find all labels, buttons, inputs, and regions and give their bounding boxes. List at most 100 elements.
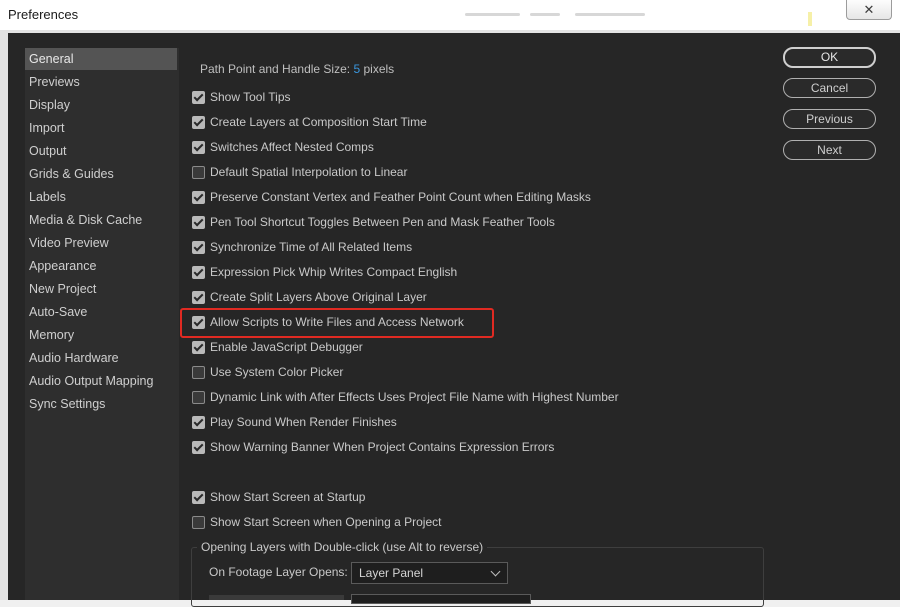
path-point-size-unit: pixels (363, 62, 395, 76)
titlebar-marker (808, 12, 812, 26)
blurred-title-fragment (465, 13, 520, 16)
sidebar-item-output[interactable]: Output (25, 140, 177, 162)
sidebar-item-appearance[interactable]: Appearance (25, 255, 177, 277)
option-switches-affect-nested-comps[interactable]: Switches Affect Nested Comps (192, 138, 374, 156)
checkbox[interactable] (192, 140, 205, 154)
cancel-button-label: Cancel (810, 81, 849, 95)
sidebar-item-labels[interactable]: Labels (25, 186, 177, 208)
sidebar-item-media-disk-cache[interactable]: Media & Disk Cache (25, 209, 177, 231)
window-title: Preferences (8, 7, 79, 22)
sidebar-item-label: General (29, 52, 74, 66)
option-expression-pick-whip[interactable]: Expression Pick Whip Writes Compact Engl… (192, 263, 457, 281)
next-button-label: Next (817, 143, 842, 157)
checkbox[interactable] (192, 440, 205, 454)
checkbox[interactable] (192, 340, 205, 354)
checkbox[interactable] (192, 415, 205, 429)
sidebar-item-label: Audio Output Mapping (29, 374, 154, 388)
checkbox[interactable] (192, 165, 205, 179)
option-label: Default Spatial Interpolation to Linear (210, 165, 408, 179)
option-label: Dynamic Link with After Effects Uses Pro… (210, 390, 619, 404)
option-label: Create Layers at Composition Start Time (210, 115, 427, 129)
path-point-size-label: Path Point and Handle Size: (200, 62, 351, 76)
sidebar-item-label: Previews (29, 75, 80, 89)
previous-button-label: Previous (806, 112, 853, 126)
sidebar-item-audio-hardware[interactable]: Audio Hardware (25, 347, 177, 369)
window-titlebar: Preferences ✕ (0, 0, 900, 31)
option-show-start-screen-startup[interactable]: Show Start Screen at Startup (192, 488, 365, 506)
option-enable-javascript-debugger[interactable]: Enable JavaScript Debugger (192, 338, 363, 356)
option-label: Show Start Screen at Startup (210, 490, 366, 504)
option-label: Create Split Layers Above Original Layer (210, 290, 427, 304)
path-point-size-setting: Path Point and Handle Size: 5 pixels (200, 62, 394, 76)
sidebar-item-video-preview[interactable]: Video Preview (25, 232, 177, 254)
sidebar-item-label: Auto-Save (29, 305, 88, 319)
checkbox[interactable] (192, 490, 205, 504)
option-show-start-screen-opening-project[interactable]: Show Start Screen when Opening a Project (192, 513, 441, 531)
checkbox[interactable] (192, 265, 205, 279)
option-show-warning-banner[interactable]: Show Warning Banner When Project Contain… (192, 438, 554, 456)
sidebar-item-label: Labels (29, 190, 66, 204)
sidebar-item-label: Output (29, 144, 67, 158)
option-create-layers-at-start-time[interactable]: Create Layers at Composition Start Time (192, 113, 427, 131)
previous-button[interactable]: Previous (783, 109, 876, 129)
sidebar-item-label: Memory (29, 328, 75, 342)
option-synchronize-time[interactable]: Synchronize Time of All Related Items (192, 238, 412, 256)
option-label: Pen Tool Shortcut Toggles Between Pen an… (210, 215, 555, 229)
option-label: Use System Color Picker (210, 365, 344, 379)
option-label: Show Start Screen when Opening a Project (210, 515, 442, 529)
close-icon: ✕ (863, 1, 875, 17)
checkbox[interactable] (192, 215, 205, 229)
option-dynamic-link-highest-number[interactable]: Dynamic Link with After Effects Uses Pro… (192, 388, 619, 406)
sidebar-item-import[interactable]: Import (25, 117, 177, 139)
double-click-group-legend: Opening Layers with Double-click (use Al… (197, 540, 488, 554)
option-play-sound-render-finishes[interactable]: Play Sound When Render Finishes (192, 413, 397, 431)
sidebar-item-label: Grids & Guides (29, 167, 114, 181)
sidebar-item-label: Video Preview (29, 236, 109, 250)
ok-button-label: OK (820, 50, 839, 64)
sidebar-item-display[interactable]: Display (25, 94, 177, 116)
clipped-field-label (209, 595, 344, 600)
sidebar-item-label: Display (29, 98, 70, 112)
sidebar-item-previews[interactable]: Previews (25, 71, 177, 93)
checkbox[interactable] (192, 390, 205, 404)
checkbox[interactable] (192, 365, 205, 379)
checkbox[interactable] (192, 115, 205, 129)
checkbox[interactable] (192, 240, 205, 254)
option-show-tool-tips[interactable]: Show Tool Tips (192, 88, 291, 106)
checkbox[interactable] (192, 290, 205, 304)
checkbox[interactable] (192, 515, 205, 529)
option-create-split-layers-above[interactable]: Create Split Layers Above Original Layer (192, 288, 427, 306)
sidebar-item-general[interactable]: General (25, 48, 177, 70)
checkbox[interactable] (192, 90, 205, 104)
option-pen-tool-shortcut[interactable]: Pen Tool Shortcut Toggles Between Pen an… (192, 213, 555, 231)
ok-button[interactable]: OK (783, 47, 876, 68)
option-preserve-vertex-count[interactable]: Preserve Constant Vertex and Feather Poi… (192, 188, 591, 206)
sidebar-item-memory[interactable]: Memory (25, 324, 177, 346)
clipped-select[interactable] (351, 594, 531, 604)
sidebar-item-auto-save[interactable]: Auto-Save (25, 301, 177, 323)
sidebar-item-sync-settings[interactable]: Sync Settings (25, 393, 177, 415)
cancel-button[interactable]: Cancel (783, 78, 876, 98)
sidebar-item-label: Media & Disk Cache (29, 213, 143, 227)
footage-layer-opens-label: On Footage Layer Opens: (209, 565, 348, 579)
option-label: Preserve Constant Vertex and Feather Poi… (210, 190, 591, 204)
path-point-size-value[interactable]: 5 (353, 62, 360, 76)
option-label: Play Sound When Render Finishes (210, 415, 397, 429)
sidebar-item-label: Import (29, 121, 65, 135)
option-label: Show Tool Tips (210, 90, 291, 104)
option-label: Expression Pick Whip Writes Compact Engl… (210, 265, 458, 279)
sidebar-item-grids-guides[interactable]: Grids & Guides (25, 163, 177, 185)
option-label: Synchronize Time of All Related Items (210, 240, 413, 254)
option-default-spatial-interpolation-linear[interactable]: Default Spatial Interpolation to Linear (192, 163, 407, 181)
sidebar-item-label: Sync Settings (29, 397, 106, 411)
option-use-system-color-picker[interactable]: Use System Color Picker (192, 363, 343, 381)
checkbox[interactable] (192, 190, 205, 204)
footage-layer-opens-select[interactable]: Layer Panel (351, 562, 508, 584)
chevron-down-icon (490, 566, 501, 577)
blurred-title-fragment (575, 13, 645, 16)
option-label: Show Warning Banner When Project Contain… (210, 440, 555, 454)
sidebar-item-audio-output-mapping[interactable]: Audio Output Mapping (25, 370, 177, 392)
close-button[interactable]: ✕ (846, 0, 892, 20)
sidebar-item-new-project[interactable]: New Project (25, 278, 177, 300)
next-button[interactable]: Next (783, 140, 876, 160)
